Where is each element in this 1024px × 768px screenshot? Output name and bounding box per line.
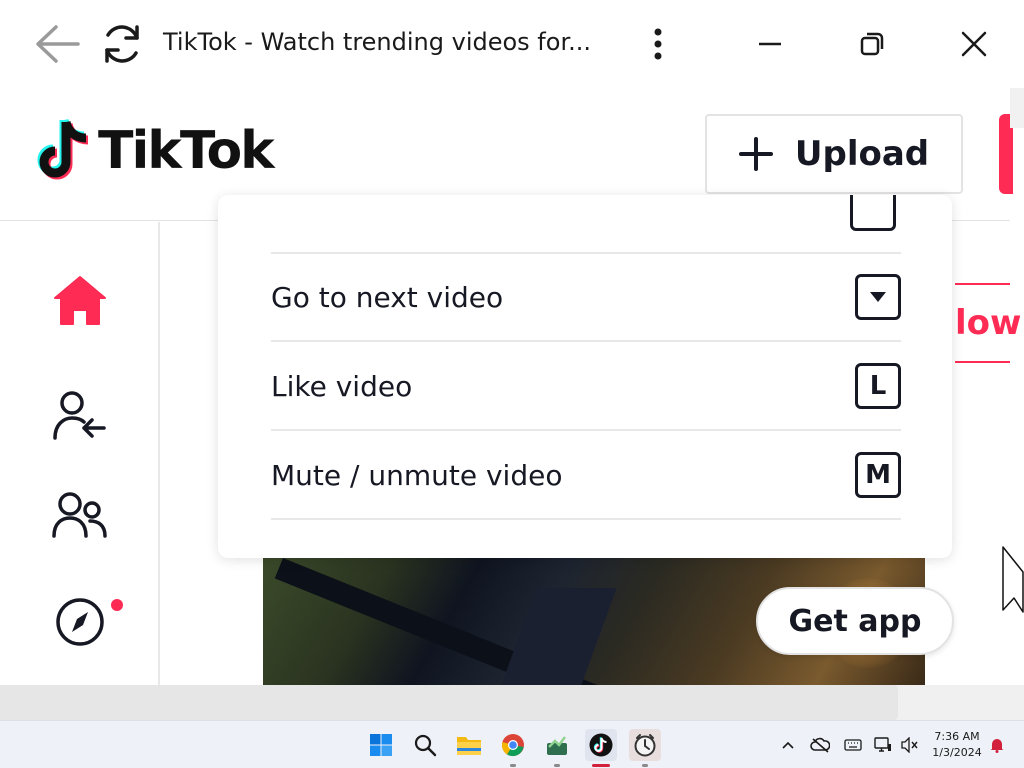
monitor-icon: [874, 737, 891, 752]
restore-icon: [860, 32, 884, 56]
upload-label: Upload: [794, 134, 930, 174]
start-button[interactable]: [365, 729, 397, 761]
windows-taskbar: 7:36 AM 1/3/2024: [0, 720, 1024, 768]
scrollbar-thumb[interactable]: [0, 685, 898, 720]
arrow-down-key-icon: [855, 274, 901, 320]
shortcut-key: M: [855, 452, 901, 498]
vertical-scrollbar[interactable]: [1010, 88, 1024, 128]
sidebar-item-friends[interactable]: [52, 487, 108, 543]
get-app-button[interactable]: Get app: [756, 587, 954, 655]
app-button[interactable]: [541, 729, 573, 761]
shortcut-label: Like video: [271, 369, 413, 403]
home-icon: [54, 276, 106, 325]
shortcut-key: L: [855, 363, 901, 409]
chrome-button[interactable]: [497, 729, 529, 761]
plus-icon: [738, 137, 773, 171]
notification-dot: [111, 599, 123, 611]
onedrive-button[interactable]: [809, 735, 831, 755]
taskbar-clock[interactable]: 7:36 AM 1/3/2024: [925, 729, 989, 761]
volume-button[interactable]: [899, 735, 921, 755]
running-indicator: [554, 764, 560, 767]
tiktok-note-icon: [37, 118, 89, 180]
logo-text: TikTok: [98, 121, 275, 181]
chrome-icon: [501, 734, 524, 757]
tiktok-icon: [589, 733, 613, 757]
shortcut-row-mute-video: Mute / unmute video M: [271, 432, 901, 520]
minimize-icon: [759, 42, 781, 46]
upload-button[interactable]: Upload: [705, 114, 963, 194]
notifications-button[interactable]: [987, 735, 1007, 755]
following-icon: [53, 391, 106, 440]
file-explorer-icon: [457, 737, 481, 755]
speaker-muted-icon: [901, 737, 918, 753]
clock-app-icon: [634, 734, 656, 757]
clock-time: 7:36 AM: [934, 730, 980, 743]
restore-button[interactable]: [850, 22, 894, 66]
chevron-up-icon: [782, 741, 794, 749]
keyboard-button[interactable]: [842, 735, 864, 755]
shortcut-label: Go to next video: [271, 280, 504, 314]
tiktok-taskbar-button[interactable]: [585, 729, 617, 761]
window-title-bar: TikTok - Watch trending videos for...: [0, 0, 1024, 88]
active-indicator: [592, 764, 610, 767]
shortcut-label: Mute / unmute video: [271, 458, 563, 492]
follow-label: low: [955, 303, 1022, 343]
friends-icon: [52, 492, 107, 538]
more-menu-button[interactable]: [640, 22, 676, 66]
shortcut-row-like-video: Like video L: [271, 343, 901, 431]
explore-icon: [56, 598, 104, 646]
keyboard-icon: [844, 739, 862, 751]
show-hidden-icons-button[interactable]: [779, 735, 797, 755]
partial-key: [850, 195, 896, 231]
mouse-cursor-icon: [1002, 546, 1024, 613]
video-frame-detail: [489, 588, 617, 685]
get-app-label: Get app: [788, 603, 922, 639]
start-icon: [370, 734, 392, 756]
search-icon: [414, 734, 437, 757]
sidebar-nav: [0, 222, 160, 685]
close-icon: [961, 31, 987, 57]
minimize-button[interactable]: [748, 22, 792, 66]
follow-button[interactable]: low: [955, 283, 1021, 363]
app-icon: [547, 736, 567, 755]
window-title: TikTok - Watch trending videos for...: [163, 28, 591, 56]
refresh-icon: [105, 25, 139, 63]
video-frame-detail: [274, 558, 673, 685]
more-vertical-icon: [654, 28, 662, 60]
tiktok-logo[interactable]: TikTok: [36, 118, 275, 184]
cloud-off-icon: [810, 737, 830, 753]
back-button[interactable]: [32, 20, 82, 68]
display-button[interactable]: [872, 735, 894, 755]
taskbar-search-button[interactable]: [409, 729, 441, 761]
sidebar-item-explore[interactable]: [52, 594, 108, 650]
file-explorer-button[interactable]: [453, 729, 485, 761]
close-button[interactable]: [952, 22, 996, 66]
running-indicator: [642, 764, 648, 767]
keyboard-shortcuts-dialog: Go to next video Like video L Mute / unm…: [218, 195, 952, 558]
sidebar-item-home[interactable]: [52, 272, 108, 328]
bell-alert-icon: [990, 739, 1004, 753]
partial-shortcut-row: [271, 195, 901, 254]
clock-date: 1/3/2024: [932, 746, 982, 759]
horizontal-scrollbar[interactable]: [0, 685, 1024, 720]
sidebar-item-following[interactable]: [52, 388, 108, 444]
reload-button[interactable]: [98, 20, 146, 68]
clock-app-button[interactable]: [629, 729, 661, 761]
arrow-left-icon: [36, 25, 80, 63]
shortcut-row-next-video: Go to next video: [271, 254, 901, 342]
running-indicator: [510, 764, 516, 767]
